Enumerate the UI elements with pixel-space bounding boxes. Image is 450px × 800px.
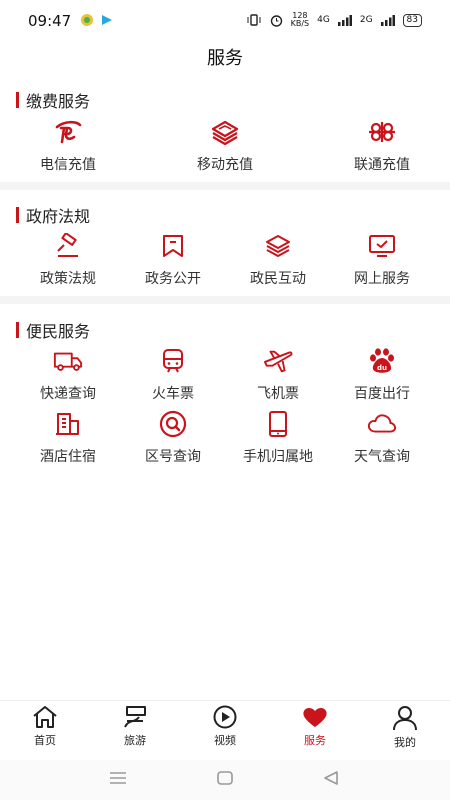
search-circle-icon: [158, 410, 188, 438]
signal-2g: 2G: [359, 15, 373, 25]
back-icon[interactable]: [322, 770, 340, 786]
phone-icon: [263, 410, 293, 438]
layers-icon: [263, 232, 293, 260]
truck-icon: [53, 347, 83, 375]
section-header-gov: 政府法规: [16, 203, 90, 227]
area-code-query-button[interactable]: 区号查询: [117, 410, 229, 466]
train-ticket-button[interactable]: 火车票: [117, 347, 229, 403]
signal-bars-icon: [337, 14, 352, 26]
section-title: 便民服务: [26, 322, 91, 341]
bottom-nav: 首页 旅游 视频 服务 我的: [0, 700, 450, 758]
nav-home[interactable]: 首页: [0, 705, 90, 748]
gov-citizen-interaction-button[interactable]: 政民互动: [222, 232, 334, 288]
weather-query-button[interactable]: 天气查询: [326, 410, 438, 466]
vibrate-icon: [247, 14, 261, 26]
section-accent-bar: [16, 322, 19, 338]
hotel-icon: [53, 410, 83, 438]
notification-app-icon: [81, 14, 93, 26]
home-icon: [33, 706, 57, 728]
signal-bars-icon-2: [380, 14, 395, 26]
play-icon: [213, 705, 237, 729]
express-query-button[interactable]: 快递查询: [12, 347, 124, 403]
section-accent-bar: [16, 207, 19, 223]
gov-affairs-public-button[interactable]: 政务公开: [117, 232, 229, 288]
bookmark-icon: [158, 232, 188, 260]
nav-service[interactable]: 服务: [270, 705, 360, 748]
unicom-icon: [367, 118, 397, 146]
telecom-icon: [53, 118, 83, 146]
section-accent-bar: [16, 92, 19, 108]
nav-video[interactable]: 视频: [180, 705, 270, 748]
travel-icon: [124, 706, 146, 728]
heart-icon: [303, 708, 327, 727]
baidu-icon: du: [367, 347, 397, 375]
nav-travel[interactable]: 旅游: [90, 705, 180, 748]
system-nav-bar: [0, 760, 450, 800]
menu-icon[interactable]: [108, 770, 128, 786]
signal-4g: 4G: [317, 15, 330, 25]
user-icon: [393, 706, 417, 731]
section-header-life: 便民服务: [16, 318, 90, 342]
baidu-travel-button[interactable]: du 百度出行: [326, 347, 438, 403]
alarm-icon: [270, 14, 282, 27]
svg-text:du: du: [377, 364, 387, 372]
train-icon: [158, 347, 188, 375]
nav-mine[interactable]: 我的: [360, 705, 450, 750]
mobile-icon: [210, 118, 240, 146]
plane-icon: [263, 347, 293, 375]
flight-ticket-button[interactable]: 飞机票: [222, 347, 334, 403]
phone-location-button[interactable]: 手机归属地: [222, 410, 334, 466]
policy-regulation-button[interactable]: 政策法规: [12, 232, 124, 288]
page-title: 服务: [207, 48, 243, 69]
home-square-icon[interactable]: [216, 770, 234, 786]
mobile-recharge-button[interactable]: 移动充值: [169, 118, 281, 174]
status-time: 09:47: [28, 12, 72, 30]
gavel-icon: [53, 232, 83, 260]
online-service-button[interactable]: 网上服务: [326, 232, 438, 288]
notification-play-icon: [102, 15, 112, 25]
cloud-icon: [367, 410, 397, 438]
hotel-button[interactable]: 酒店住宿: [12, 410, 124, 466]
battery-indicator: 83: [402, 13, 422, 27]
section-title: 政府法规: [26, 207, 91, 226]
net-speed: 128 KB/S: [290, 11, 310, 28]
section-header-payment: 缴费服务: [16, 88, 90, 112]
monitor-check-icon: [367, 232, 397, 260]
section-title: 缴费服务: [26, 92, 91, 111]
telecom-recharge-button[interactable]: 电信充值: [12, 118, 124, 174]
status-bar: 09:47 128 KB/S 4G 2G 83: [0, 0, 450, 40]
unicom-recharge-button[interactable]: 联通充值: [326, 118, 438, 174]
